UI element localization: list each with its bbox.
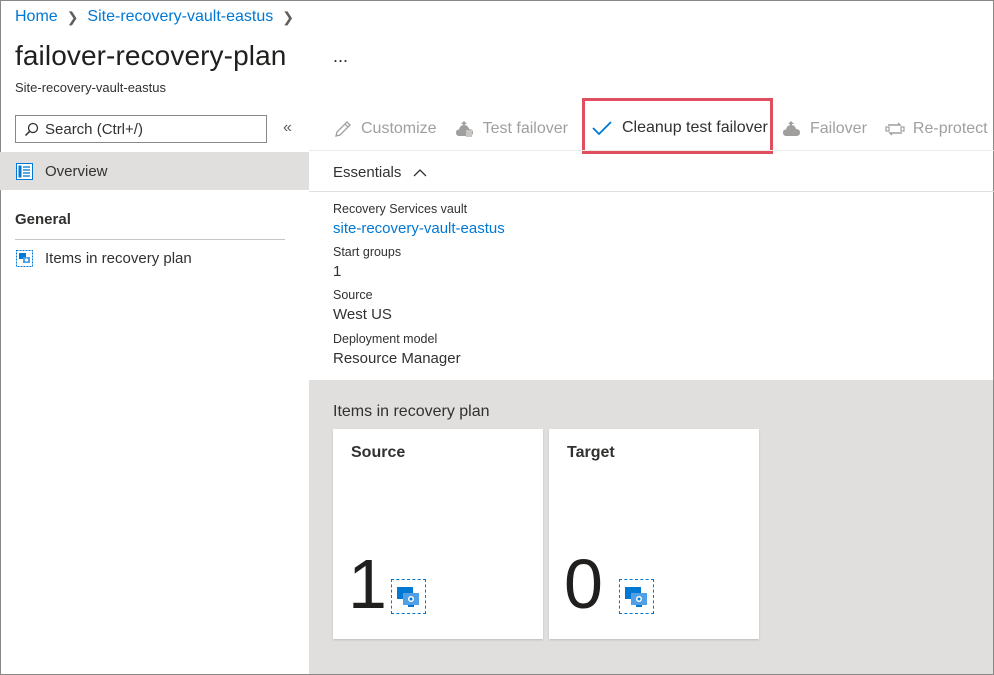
sidebar-item-overview[interactable]: Overview <box>0 152 309 190</box>
search-icon <box>24 122 39 137</box>
tile-title: Source <box>351 444 406 461</box>
essentials-toggle[interactable]: Essentials <box>333 164 427 181</box>
test-failover-icon <box>455 119 475 139</box>
cleanup-test-failover-button[interactable]: Cleanup test failover <box>592 119 768 137</box>
customize-label: Customize <box>361 120 437 137</box>
source-tile[interactable]: Source 1 <box>333 429 543 639</box>
breadcrumb: Home ❯ Site-recovery-vault-eastus ❯ <box>15 8 303 26</box>
reprotect-button[interactable]: Re-protect <box>885 119 988 139</box>
vm-icon <box>391 579 426 614</box>
overview-icon <box>16 162 33 180</box>
failover-button[interactable]: Failover <box>782 119 867 139</box>
failover-icon <box>782 119 802 139</box>
page-title: failover-recovery-plan <box>15 40 287 71</box>
field-label-source: Source <box>333 288 373 302</box>
vm-icon <box>619 579 654 614</box>
sidebar-item-label: Items in recovery plan <box>45 250 192 267</box>
section-divider <box>15 239 285 240</box>
test-failover-label: Test failover <box>482 120 568 137</box>
toolbar-divider <box>309 150 994 151</box>
breadcrumb-home[interactable]: Home <box>15 8 58 26</box>
more-options-button[interactable]: ... <box>333 46 348 67</box>
page-subtitle: Site-recovery-vault-eastus <box>15 80 166 95</box>
collapse-sidebar-button[interactable]: « <box>283 119 292 137</box>
section-heading-general: General <box>15 211 71 228</box>
search-input[interactable] <box>45 120 255 138</box>
essentials-divider <box>309 191 994 192</box>
field-value-source: West US <box>333 306 392 323</box>
checkmark-icon <box>592 120 612 136</box>
recovery-items-icon <box>16 250 33 267</box>
chevron-right-icon: ❯ <box>66 8 79 25</box>
pencil-icon <box>333 119 353 139</box>
command-bar: Customize Test failover <box>333 112 586 146</box>
field-label-vault: Recovery Services vault <box>333 202 468 216</box>
items-heading: Items in recovery plan <box>333 403 490 420</box>
test-failover-button[interactable]: Test failover <box>455 119 568 139</box>
tile-count: 0 <box>564 545 603 623</box>
tile-count: 1 <box>348 545 387 623</box>
sidebar-item-label: Overview <box>45 162 108 180</box>
breadcrumb-vault[interactable]: Site-recovery-vault-eastus <box>87 8 273 26</box>
field-value-start-groups: 1 <box>333 263 342 280</box>
cleanup-test-failover-label: Cleanup test failover <box>622 119 768 136</box>
sidebar-item-items-in-recovery-plan[interactable]: Items in recovery plan <box>16 250 192 267</box>
vault-link[interactable]: site-recovery-vault-eastus <box>333 220 505 237</box>
chevron-right-icon: ❯ <box>282 8 294 25</box>
reprotect-label: Re-protect <box>912 120 988 137</box>
chevron-up-icon <box>413 168 427 177</box>
field-label-deployment-model: Deployment model <box>333 332 438 346</box>
customize-button[interactable]: Customize <box>333 119 437 139</box>
field-value-deployment-model: Resource Manager <box>333 350 461 367</box>
tile-title: Target <box>567 444 615 461</box>
failover-label: Failover <box>810 120 867 137</box>
search-box[interactable] <box>15 115 267 143</box>
essentials-title: Essentials <box>333 164 402 181</box>
target-tile[interactable]: Target 0 <box>549 429 759 639</box>
command-bar-right: Failover Re-protect <box>782 119 988 139</box>
field-label-start-groups: Start groups <box>333 245 402 259</box>
reprotect-icon <box>885 119 905 139</box>
